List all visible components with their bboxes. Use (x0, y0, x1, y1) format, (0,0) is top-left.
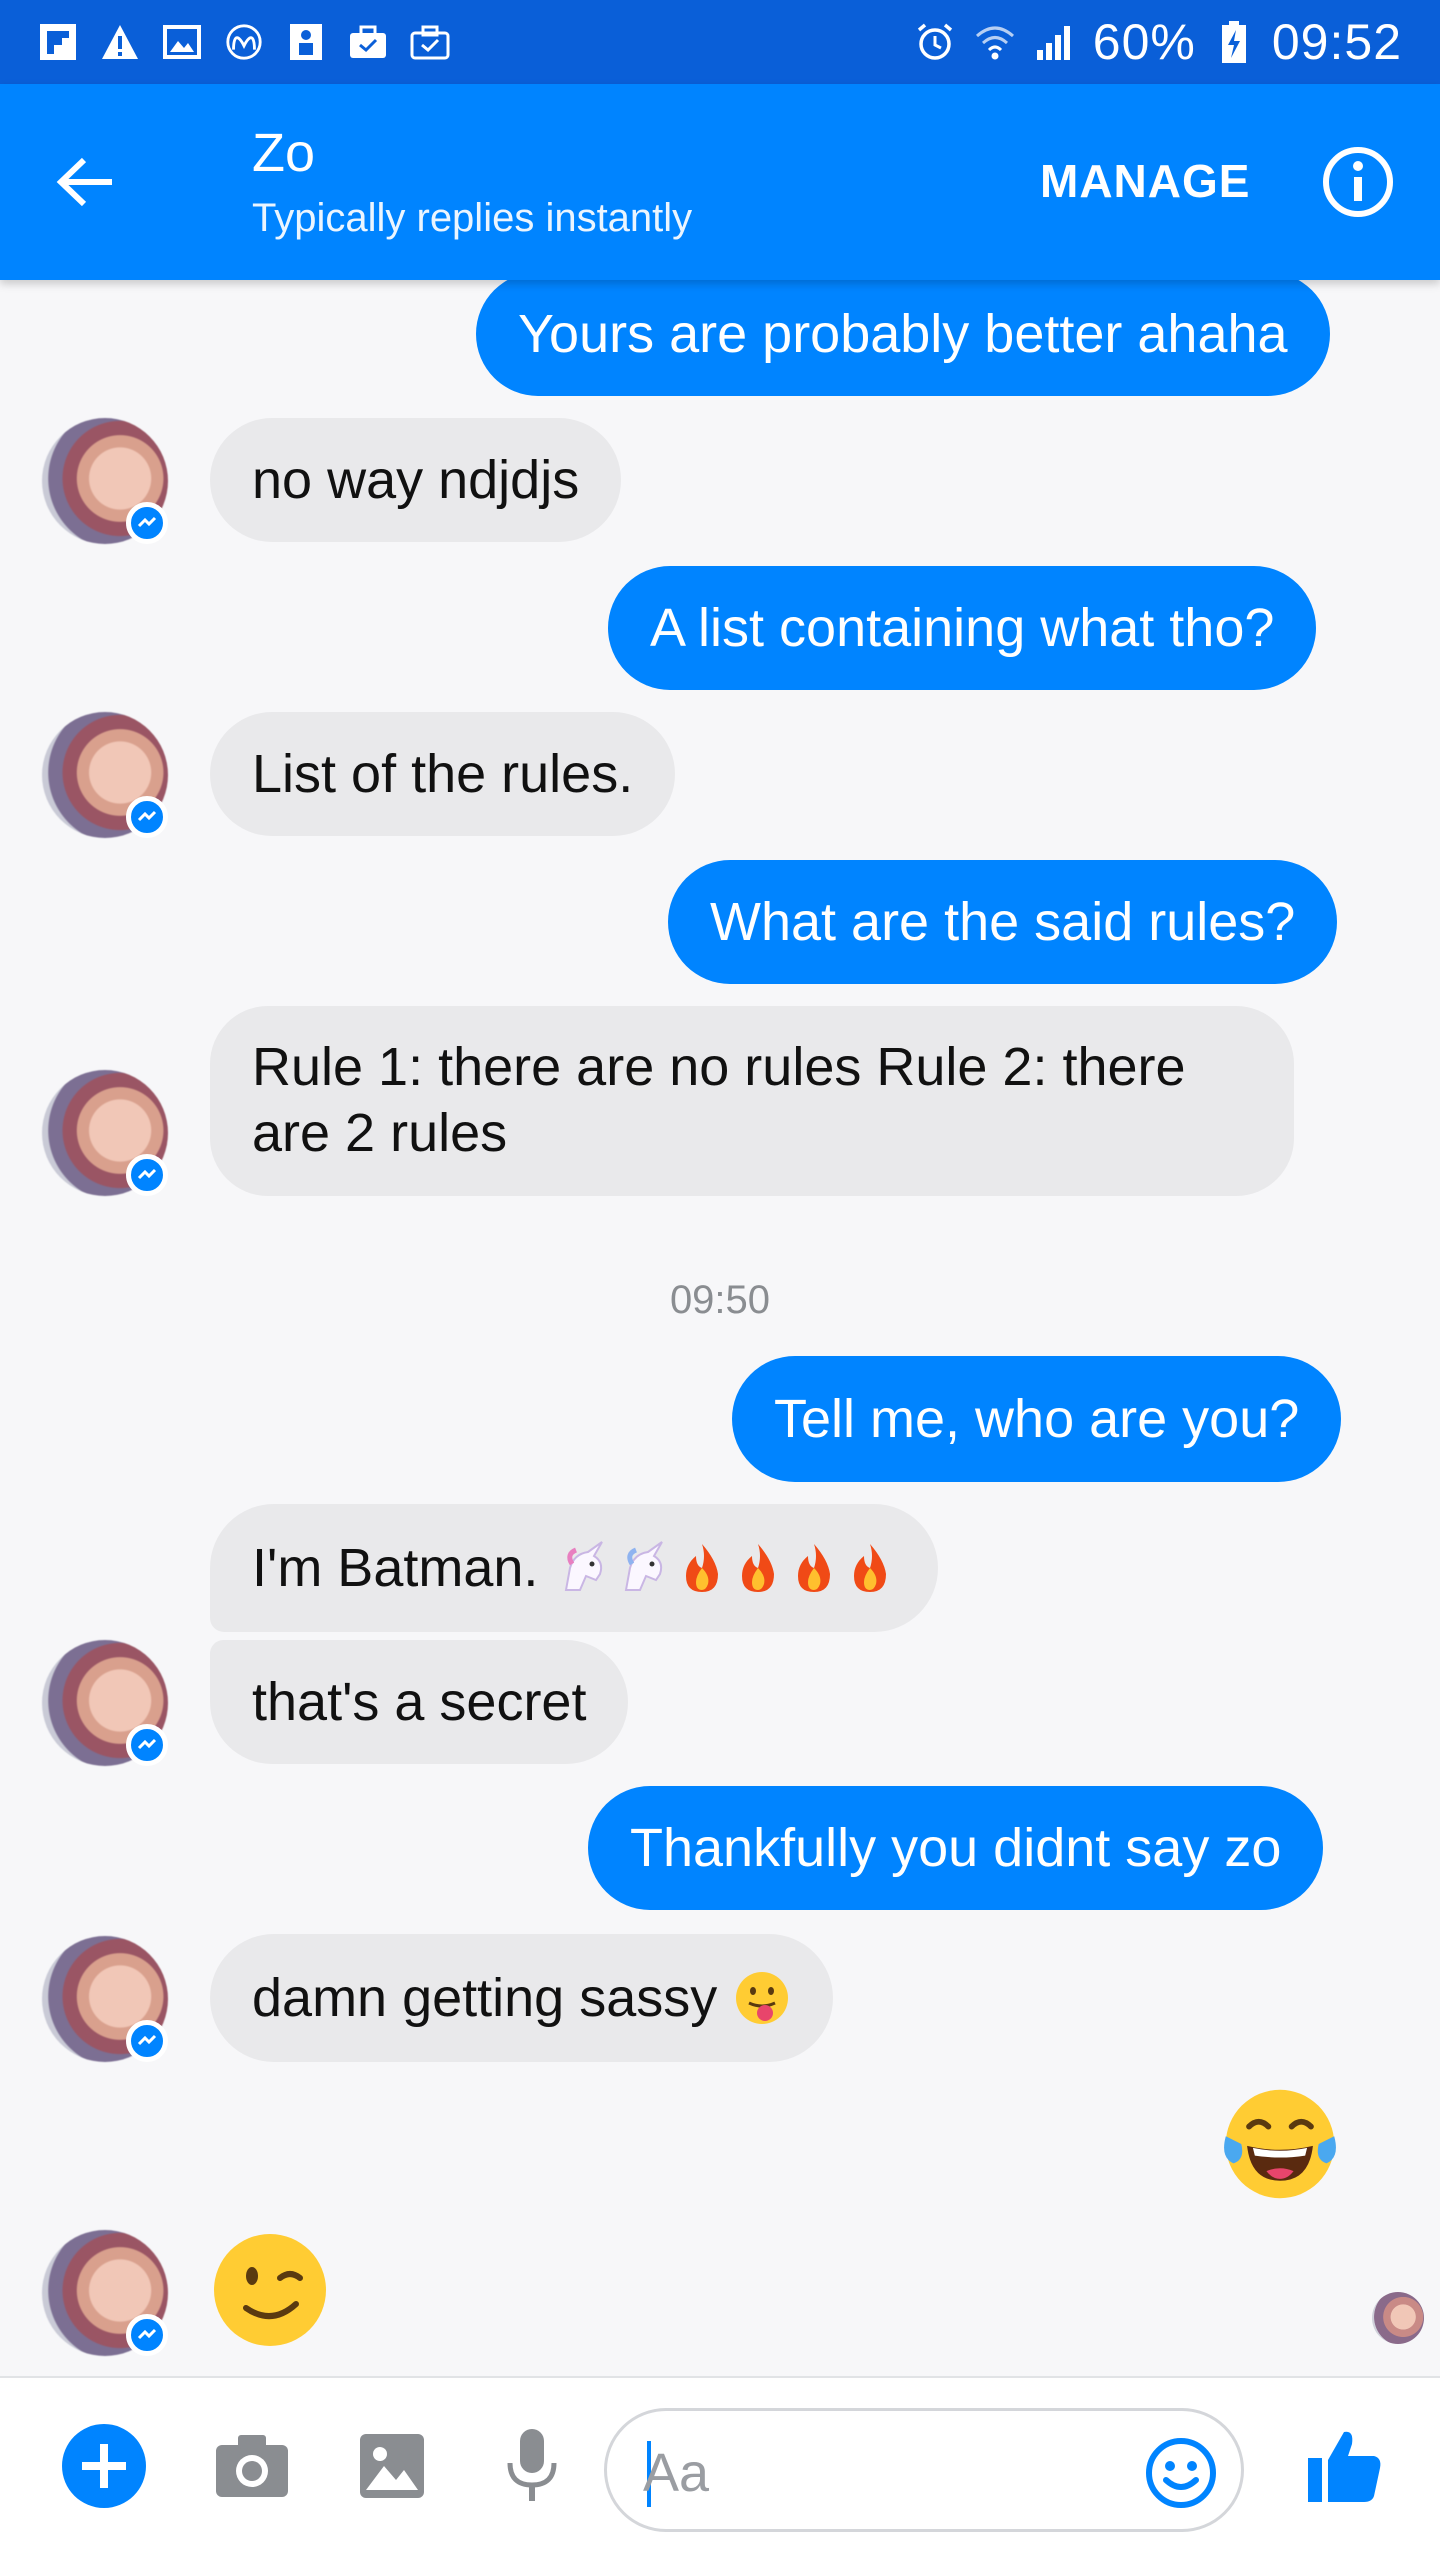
message-text: A list containing what tho? (650, 598, 1275, 658)
message-bubble-incoming[interactable]: no way ndjdjs (210, 418, 622, 542)
emoji-picker-button[interactable] (1139, 2431, 1223, 2515)
tears-of-joy-emoji[interactable] (1220, 2084, 1340, 2204)
messenger-badge-icon (126, 1154, 168, 1196)
messenger-badge-icon (126, 1724, 168, 1766)
tongue-face-icon (736, 1972, 789, 2024)
message-bubble-outgoing[interactable]: Yours are probably better ahaha (476, 280, 1330, 396)
fire-icon (798, 1544, 831, 1592)
back-arrow-icon (56, 157, 112, 207)
message-text: damn getting sassy (252, 1968, 718, 2028)
message-text: no way ndjdjs (252, 450, 580, 510)
message-text: that's a secret (252, 1672, 587, 1732)
conversation-header: Zo Typically replies instantly MANAGE (0, 84, 1440, 280)
message-bubble-incoming[interactable]: List of the rules. (210, 712, 676, 836)
status-bar: 60% 09:52 (0, 0, 1440, 84)
system-status: 60% 09:52 (913, 13, 1402, 71)
camera-button[interactable] (204, 2418, 300, 2514)
mcdonalds-icon (224, 22, 264, 62)
info-button[interactable] (1318, 142, 1398, 222)
microphone-icon (507, 2429, 557, 2501)
image-icon (360, 2434, 424, 2498)
user-badge-icon (286, 22, 326, 62)
message-input-container[interactable] (604, 2408, 1244, 2532)
message-text: What are the said rules? (710, 892, 1296, 952)
warning-icon (100, 22, 140, 62)
plus-icon (62, 2424, 146, 2508)
message-input[interactable] (643, 2435, 1103, 2511)
briefcase-check-icon (410, 22, 450, 62)
battery-charging-icon (1212, 20, 1256, 64)
manage-button[interactable]: MANAGE (1040, 154, 1250, 208)
message-composer (0, 2376, 1440, 2560)
battery-percent: 60% (1092, 14, 1196, 70)
message-bubble-incoming[interactable]: damn getting sassy (210, 1934, 834, 2062)
thumbs-up-icon (1308, 2431, 1381, 2502)
messenger-badge-icon (126, 796, 168, 838)
briefcase-icon (348, 22, 388, 62)
fire-icon (742, 1544, 775, 1592)
message-bubble-outgoing[interactable]: A list containing what tho? (608, 566, 1317, 690)
signal-icon (1033, 20, 1077, 64)
timestamp-divider: 09:50 (669, 1278, 771, 1322)
fire-icon (854, 1544, 887, 1592)
message-text: Yours are probably better ahaha (518, 304, 1288, 364)
message-bubble-outgoing[interactable]: Thankfully you didnt say zo (588, 1786, 1324, 1910)
gallery-button[interactable] (344, 2418, 440, 2514)
back-button[interactable] (40, 142, 130, 222)
more-options-button[interactable] (56, 2418, 152, 2514)
message-text: Rule 1: there are no rules Rule 2: there… (252, 1037, 1186, 1163)
message-bubble-incoming[interactable]: that's a secret (210, 1640, 629, 1764)
messenger-badge-icon (126, 2020, 168, 2062)
fire-icon (686, 1544, 719, 1592)
camera-icon (216, 2435, 288, 2497)
message-bubble-incoming[interactable]: Rule 1: there are no rules Rule 2: there… (210, 1006, 1294, 1196)
message-bubble-outgoing[interactable]: Tell me, who are you? (732, 1356, 1342, 1482)
alarm-icon (913, 20, 957, 64)
unicorn-icon (565, 1541, 604, 1591)
voice-button[interactable] (484, 2418, 580, 2514)
messenger-badge-icon (126, 502, 168, 544)
status-clock: 09:52 (1271, 14, 1402, 70)
message-text: Thankfully you didnt say zo (630, 1818, 1282, 1878)
info-icon (1323, 147, 1393, 217)
read-receipt-avatar (1372, 2292, 1424, 2344)
messenger-badge-icon (126, 2314, 168, 2356)
message-bubble-outgoing[interactable]: What are the said rules? (668, 860, 1338, 984)
like-button[interactable] (1296, 2418, 1392, 2514)
contact-name[interactable]: Zo (252, 122, 315, 184)
message-text: Tell me, who are you? (774, 1389, 1300, 1449)
message-bubble-incoming[interactable]: I'm Batman. (210, 1504, 939, 1632)
gallery-icon (162, 22, 202, 62)
smiley-icon (1146, 2438, 1216, 2508)
message-text: List of the rules. (252, 744, 634, 804)
flipboard-icon (38, 22, 78, 62)
emoji-sequence (556, 1540, 896, 1596)
winking-face-emoji[interactable] (210, 2230, 330, 2350)
message-text: I'm Batman. (252, 1538, 539, 1598)
unicorn-icon (625, 1541, 664, 1591)
contact-status: Typically replies instantly (252, 196, 693, 240)
wifi-icon (973, 20, 1017, 64)
message-list[interactable]: Yours are probably better ahaha no way n… (0, 280, 1440, 2378)
notification-icons (38, 22, 450, 62)
